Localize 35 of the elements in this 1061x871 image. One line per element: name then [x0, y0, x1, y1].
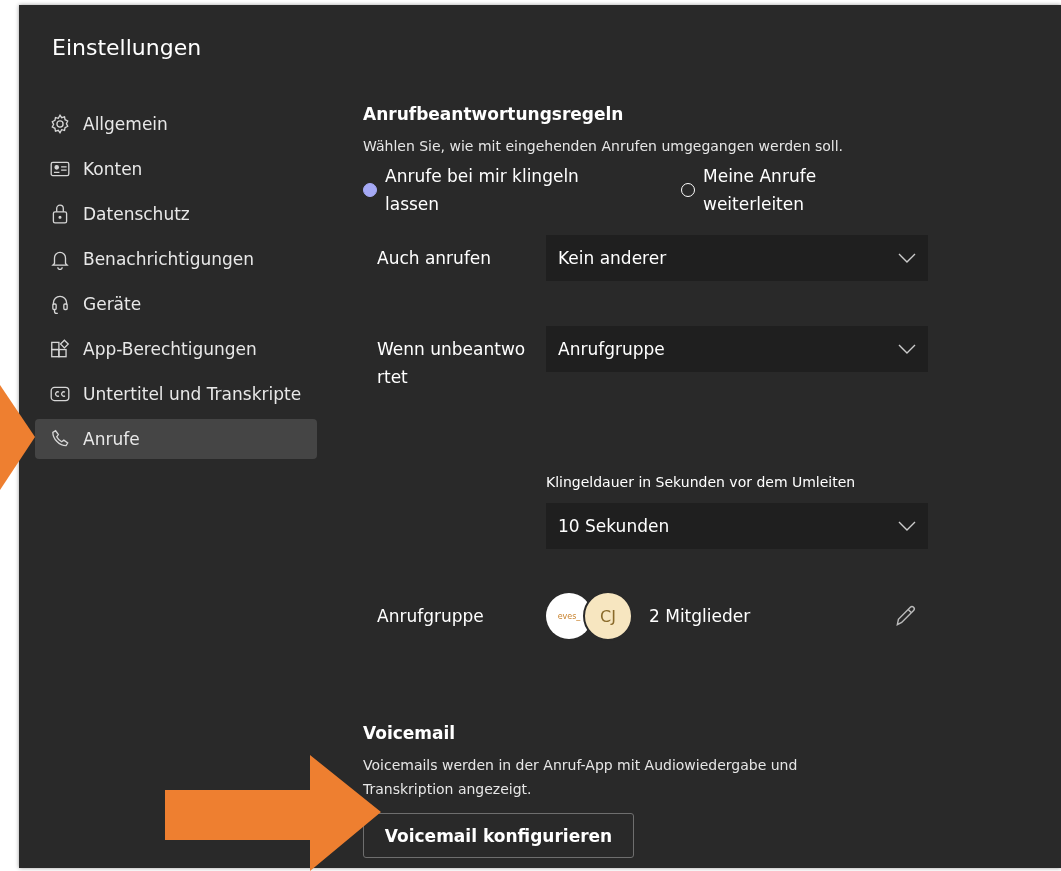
sidebar-item[interactable]: Anrufe: [35, 419, 317, 459]
field-label: Anrufgruppe: [377, 605, 485, 628]
radio-button[interactable]: [363, 183, 377, 197]
apps-icon: [49, 338, 71, 360]
field-label: Auch anrufen: [377, 247, 493, 270]
dropdown-value: Kein anderer: [558, 248, 667, 268]
sidebar-item[interactable]: Geräte: [35, 284, 317, 324]
field-label: Wenn unbeantwortet: [377, 338, 527, 389]
sidebar-item[interactable]: Konten: [35, 149, 317, 189]
radio-label[interactable]: Anrufe bei mir klingeln lassen: [385, 162, 615, 218]
headset-icon: [49, 293, 71, 315]
sidebar-item[interactable]: Untertitel und Transkripte: [35, 374, 317, 414]
chevron-down-icon: [898, 344, 916, 354]
gear-icon: [49, 113, 71, 135]
window-title: Einstellungen: [52, 35, 203, 60]
dropdown[interactable]: Anrufgruppe: [546, 326, 928, 372]
member-count: 2 Mitglieder: [649, 606, 752, 626]
dropdown[interactable]: 10 Sekunden: [546, 503, 928, 549]
configure-button[interactable]: Voicemail konfigurieren: [363, 813, 634, 858]
sidebar-item[interactable]: Benachrichtigungen: [35, 239, 317, 279]
chevron-down-icon: [898, 521, 916, 531]
section-heading: Anrufbeantwortungsregeln: [363, 104, 625, 124]
chevron-down-icon: [898, 253, 916, 263]
section-description: Wählen Sie, wie mit eingehenden Anrufen umgegangen werden soll.: [363, 137, 845, 156]
sidebar-item[interactable]: Datenschutz: [35, 194, 317, 234]
dropdown-value: 10 Sekunden: [558, 516, 670, 536]
dropdown-value: Anrufgruppe: [558, 339, 665, 359]
dropdown[interactable]: Kein anderer: [546, 235, 928, 281]
section-heading: Voicemail: [363, 723, 457, 743]
sidebar-item[interactable]: App-Berechtigungen: [35, 329, 317, 369]
initials-avatar: CJ: [583, 591, 633, 641]
field-caption: Klingeldauer in Sekunden vor dem Umleiten: [546, 474, 857, 490]
sidebar-item[interactable]: Allgemein: [35, 104, 317, 144]
radio-label[interactable]: Meine Anrufe weiterleiten: [703, 162, 881, 218]
section-description: Voicemails werden in der Anruf-App mit Audiowiedergabe und Transkription angezeigt.: [363, 756, 799, 799]
